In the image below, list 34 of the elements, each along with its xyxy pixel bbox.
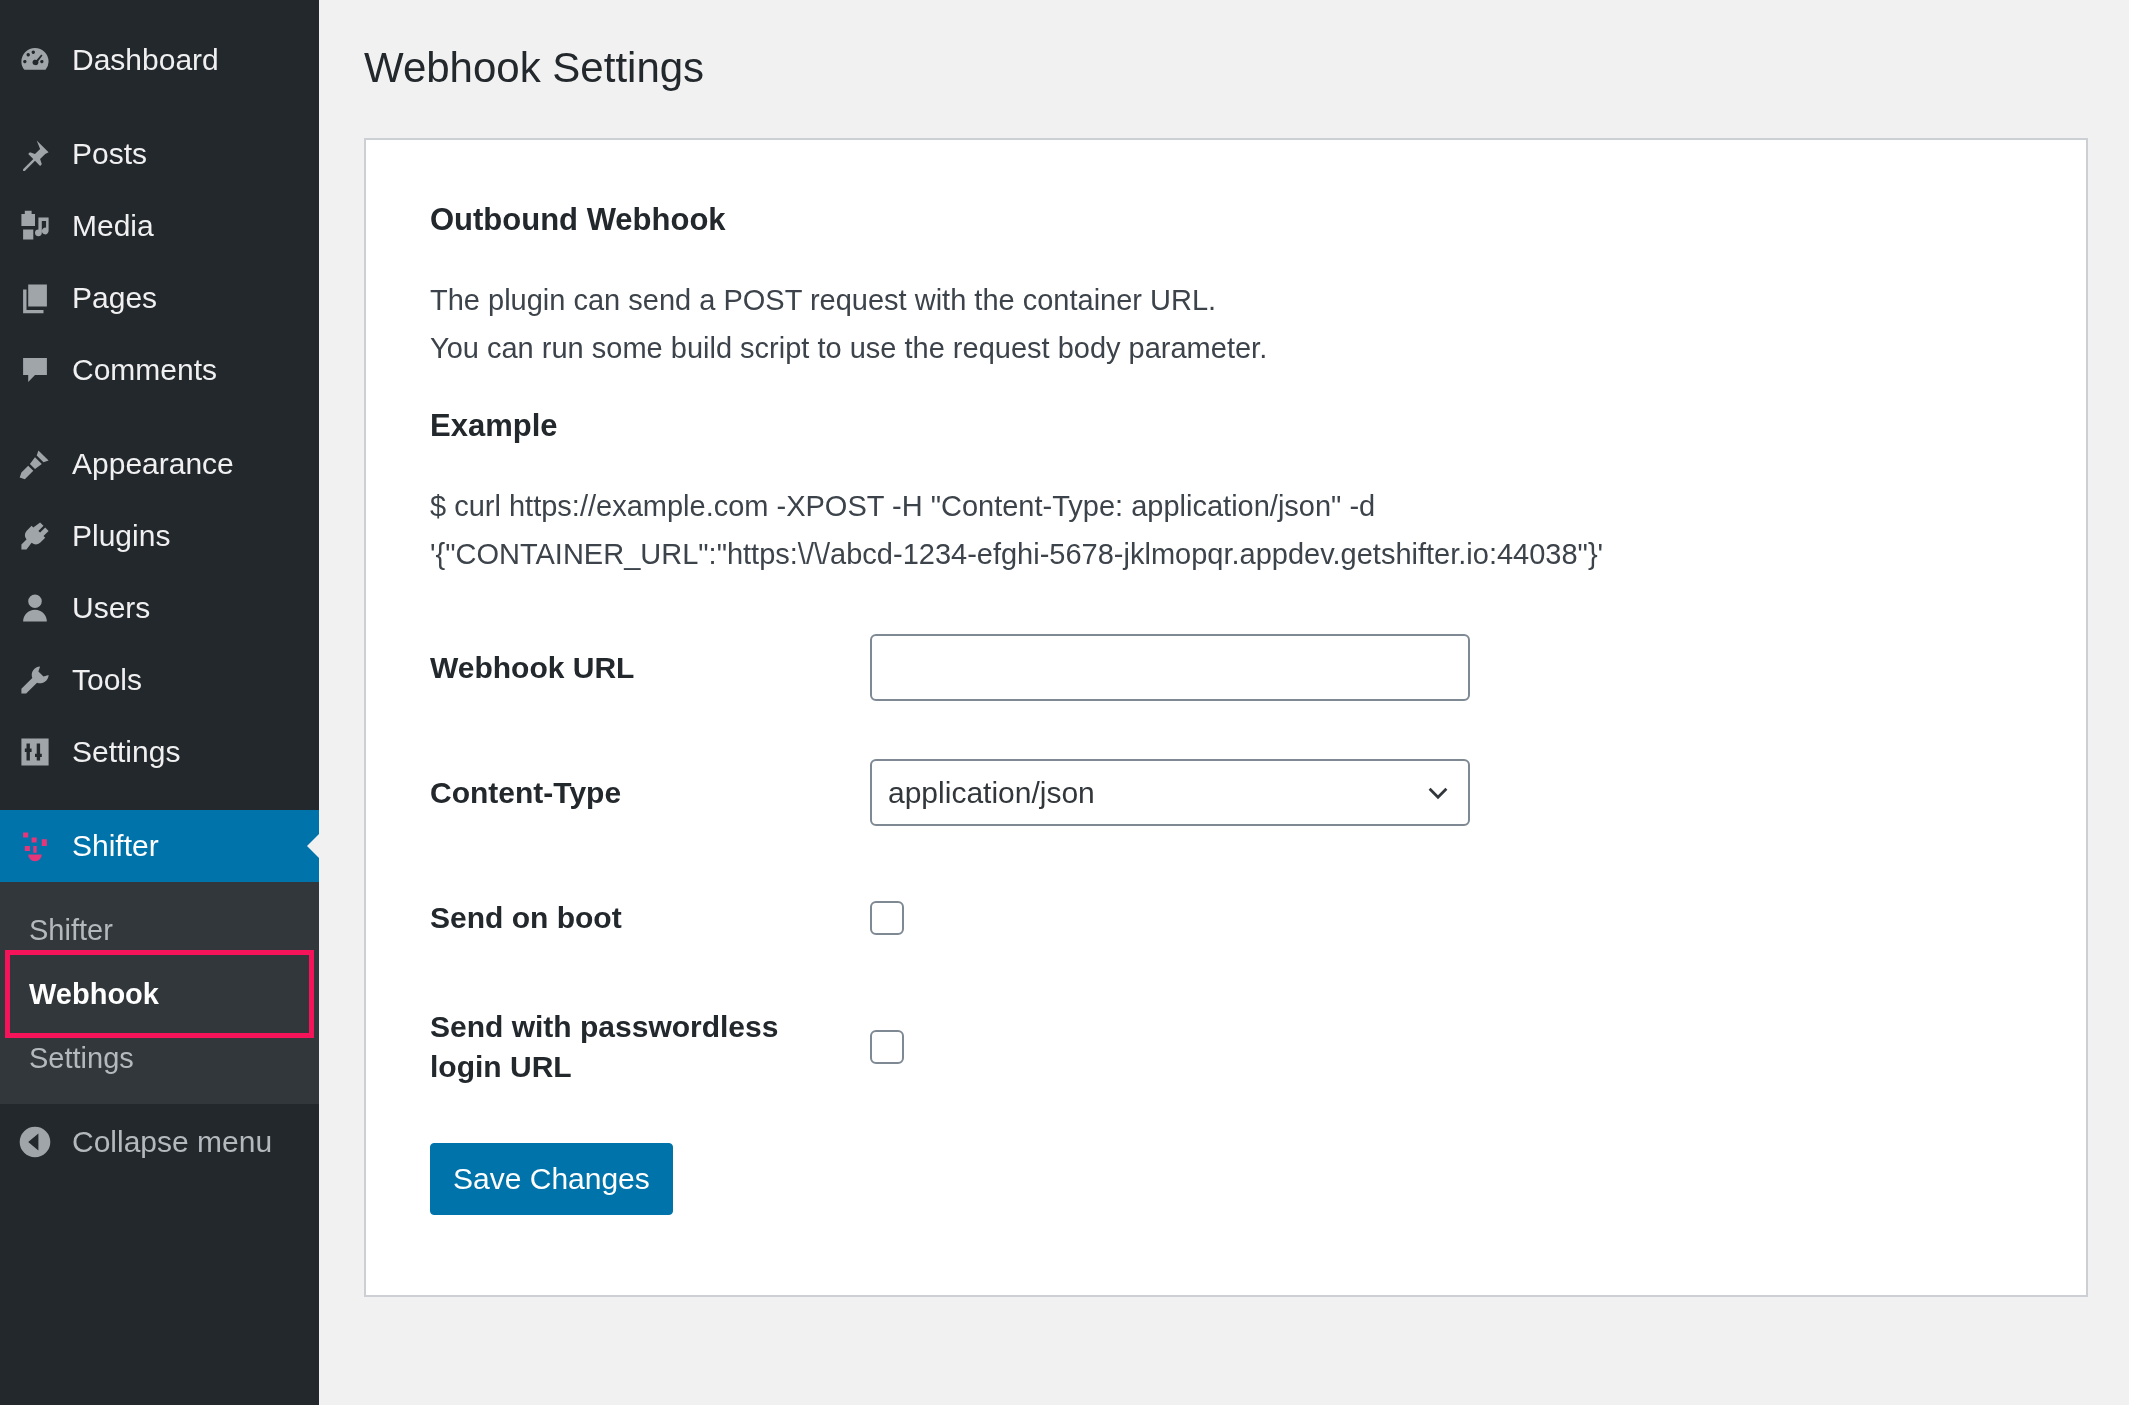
menu-item[interactable]: Users: [0, 572, 319, 644]
example-command-line: '{"CONTAINER_URL":"https:\/\/abcd-1234-efghi-5678-jklmopqr.appdev.getshifter.io:44038"}': [430, 537, 1605, 572]
field-label: Webhook URL: [430, 649, 636, 686]
menu-item[interactable]: Appearance: [0, 428, 319, 500]
menu-item[interactable]: Tools: [0, 644, 319, 716]
menu-item[interactable]: Comments: [0, 334, 319, 406]
example-command-line: $ curl https://example.com -XPOST -H "Content-Type: application/json" -d: [430, 489, 1377, 524]
submenu-item[interactable]: Webhook: [5, 950, 314, 1038]
field-label: Send on boot: [430, 899, 623, 936]
webhook-url-field[interactable]: [870, 634, 1470, 701]
checkbox[interactable]: [870, 900, 904, 935]
save-changes-button[interactable]: Save Changes: [430, 1143, 673, 1215]
content-type-dropdown[interactable]: application/json: [870, 759, 1470, 826]
section-heading: Outbound Webhook: [430, 202, 727, 238]
menu-item[interactable]: Media: [0, 190, 319, 262]
wrench-icon: [18, 663, 52, 697]
menu-item[interactable]: Plugins: [0, 500, 319, 572]
menu-item[interactable]: Pages: [0, 262, 319, 334]
collapse-menu-button[interactable]: Collapse menu: [0, 1104, 319, 1180]
brush-icon: [18, 447, 52, 481]
checkbox[interactable]: [870, 1030, 904, 1064]
menu-item[interactable]: Dashboard: [0, 24, 319, 96]
field-label: Content-Type: [430, 774, 623, 811]
description-line: You can run some build script to use the request body parameter.: [430, 331, 1269, 366]
field-label: Send with passwordless login URL: [430, 1009, 780, 1085]
description-line: The plugin can send a POST request with the container URL.: [430, 283, 1218, 318]
page-title: Webhook Settings: [364, 44, 706, 92]
current-indicator-arrow: [307, 834, 319, 858]
media-icon: [18, 209, 52, 243]
menu-item[interactable]: Posts: [0, 118, 319, 190]
example-heading: Example: [430, 408, 559, 444]
menu-item[interactable]: Settings: [0, 716, 319, 788]
current-menu-item[interactable]: Shifter: [0, 810, 319, 882]
sliders-icon: [18, 735, 52, 769]
